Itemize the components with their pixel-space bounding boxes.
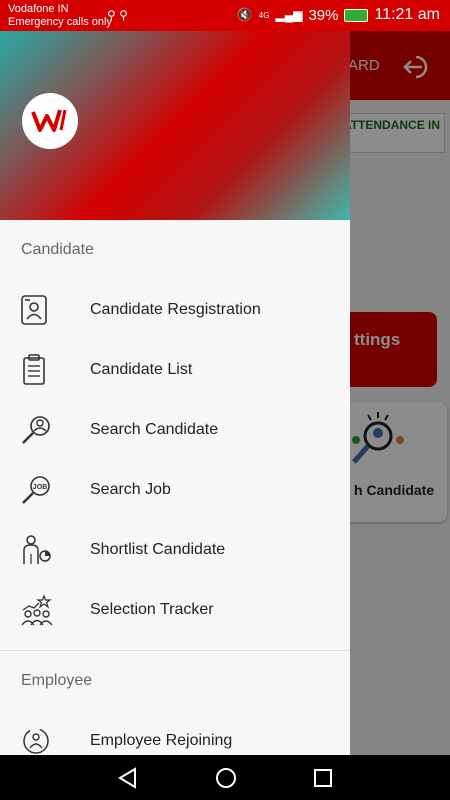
emergency-text: Emergency calls only: [8, 16, 112, 28]
shortlist-person-icon: [23, 535, 51, 564]
logo-mark-icon: [31, 109, 67, 132]
status-indicators: 🔇 4G ▂▄▆ 39% 11:21 am: [237, 6, 440, 24]
menu-item-employee-rejoining[interactable]: Employee Rejoining: [0, 711, 350, 755]
usb-icon: ⚲ ⚲: [107, 8, 128, 22]
menu-label: Employee Rejoining: [90, 732, 233, 749]
id-card-icon: [21, 295, 47, 325]
svg-text:JOB: JOB: [33, 484, 47, 491]
status-bar: Vodafone IN Emergency calls only ⚲ ⚲ 🔇 4…: [0, 0, 450, 31]
recents-icon[interactable]: [313, 768, 333, 788]
section-title-candidate: Candidate: [21, 241, 94, 258]
carrier-name: Vodafone IN: [8, 3, 69, 15]
group-star-icon: [21, 594, 53, 626]
menu-item-candidate-list[interactable]: Candidate List: [0, 340, 350, 400]
search-person-icon: [22, 416, 50, 444]
battery-icon: [344, 8, 369, 22]
home-icon[interactable]: [215, 767, 237, 789]
system-nav-bar: [0, 755, 450, 800]
clock: 11:21 am: [374, 6, 440, 23]
carrier-info: Vodafone IN Emergency calls only: [8, 3, 112, 29]
menu-label: Candidate List: [90, 361, 193, 378]
navigation-drawer: Candidate Candidate Resgistration Candid…: [0, 31, 350, 755]
drawer-header: [0, 31, 350, 220]
menu-label: Search Candidate: [90, 421, 219, 438]
menu-item-search-job[interactable]: JOB Search Job: [0, 460, 350, 520]
menu-label: Candidate Resgistration: [90, 301, 261, 318]
clipboard-list-icon: [23, 354, 45, 385]
menu-label: Shortlist Candidate: [90, 541, 226, 558]
menu-item-candidate-registration[interactable]: Candidate Resgistration: [0, 280, 350, 340]
menu-item-search-candidate[interactable]: Search Candidate: [0, 400, 350, 460]
search-job-icon: JOB: [22, 476, 50, 504]
section-title-employee: Employee: [21, 672, 93, 689]
menu-label: Selection Tracker: [90, 601, 214, 618]
mute-icon: 🔇: [236, 7, 253, 22]
menu-item-shortlist-candidate[interactable]: Shortlist Candidate: [0, 520, 350, 580]
company-logo: [22, 93, 78, 149]
signal-icon: ▂▄▆: [275, 8, 303, 22]
network-type: 4G: [258, 10, 270, 20]
menu-label: Search Job: [90, 481, 171, 498]
battery-percent: 39%: [308, 6, 339, 24]
menu-item-selection-tracker[interactable]: Selection Tracker: [0, 580, 350, 640]
back-icon[interactable]: [117, 766, 139, 789]
rejoin-icon: [23, 728, 49, 754]
